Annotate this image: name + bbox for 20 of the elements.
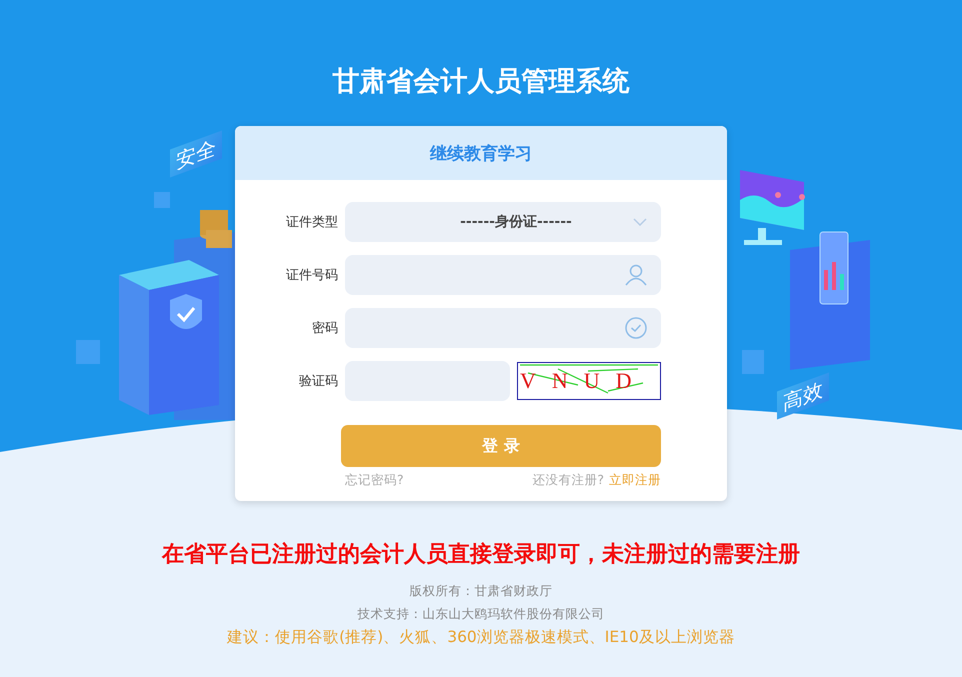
login-button[interactable]: 登 录 (341, 425, 661, 467)
browser-suggestion-text: 建议：使用谷歌(推荐)、火狐、360浏览器极速模式、IE10及以上浏览器 (227, 627, 735, 648)
register-link[interactable]: 立即注册 (609, 472, 661, 489)
notice-text: 在省平台已注册过的会计人员直接登录即可，未注册过的需要注册 (162, 541, 800, 569)
field-label: 验证码 (298, 373, 338, 390)
password-field[interactable] (345, 308, 661, 348)
user-icon (625, 264, 647, 286)
forgot-password-link[interactable]: 忘记密码? (345, 472, 404, 489)
copyright-text: 版权所有：甘肃省财政厅 (410, 583, 552, 600)
support-text: 技术支持：山东山大鸥玛软件股份有限公司 (358, 606, 604, 623)
id-type-select[interactable]: ------身份证------ (345, 202, 661, 242)
field-label: 密码 (311, 320, 338, 337)
id-number-field[interactable] (345, 255, 661, 295)
card-title: 继续教育学习 (430, 142, 532, 164)
field-label: 证件类型 (285, 214, 338, 231)
check-circle-icon (625, 317, 647, 339)
field-label: 证件号码 (285, 267, 338, 284)
page-title: 甘肃省会计人员管理系统 (332, 65, 630, 99)
register-prompt: 还没有注册? (532, 472, 604, 489)
chevron-down-icon (633, 218, 647, 226)
